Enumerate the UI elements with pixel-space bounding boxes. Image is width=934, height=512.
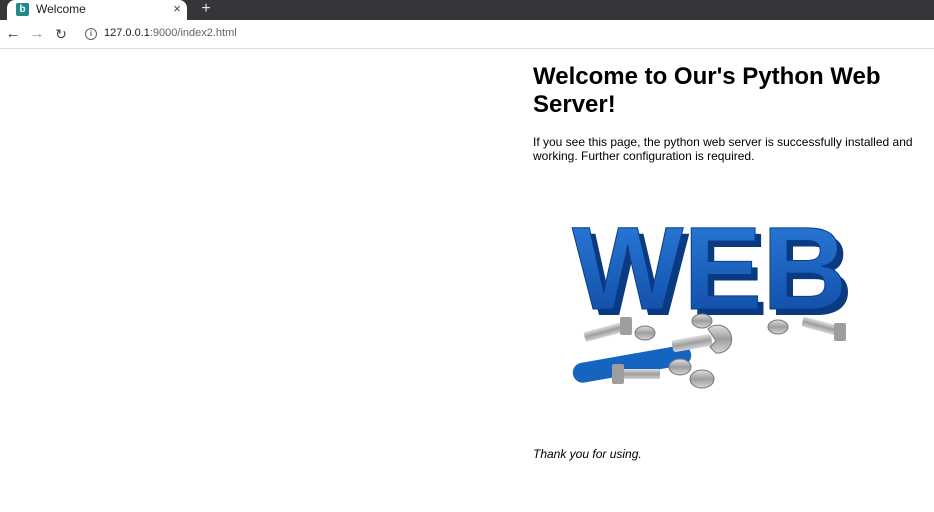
nut-icon <box>668 358 692 376</box>
tab-title: Welcome <box>36 2 86 16</box>
nut-icon <box>689 369 715 389</box>
address-bar[interactable]: 127.0.0.1:9000/index2.html <box>104 27 237 39</box>
reload-icon[interactable]: ↻ <box>52 25 70 43</box>
tab-strip: b Welcome × + <box>0 0 934 20</box>
thanks-text: Thank you for using. <box>533 447 642 461</box>
forward-arrow-icon[interactable]: → <box>28 25 46 43</box>
web-tools-image: WEB WEB <box>572 209 853 389</box>
nut-icon <box>691 313 713 329</box>
main-column: Welcome to Our's Python Web Server! If y… <box>533 63 923 461</box>
close-tab-icon[interactable]: × <box>170 1 184 17</box>
tab-welcome[interactable]: b Welcome × <box>7 0 187 20</box>
url-path: :9000/index2.html <box>149 27 237 39</box>
back-arrow-icon[interactable]: ← <box>4 25 22 43</box>
page-title: Welcome to Our's Python Web Server! <box>533 63 881 118</box>
bing-favicon-icon: b <box>16 3 29 16</box>
browser-toolbar: ← → ↻ i 127.0.0.1:9000/index2.html <box>0 20 934 49</box>
intro-paragraph: If you see this page, the python web ser… <box>533 135 913 163</box>
new-tab-button[interactable]: + <box>197 0 215 18</box>
nut-icon <box>634 325 656 341</box>
site-info-icon[interactable]: i <box>85 28 97 40</box>
nut-icon <box>767 319 789 335</box>
url-host: 127.0.0.1 <box>104 27 150 39</box>
